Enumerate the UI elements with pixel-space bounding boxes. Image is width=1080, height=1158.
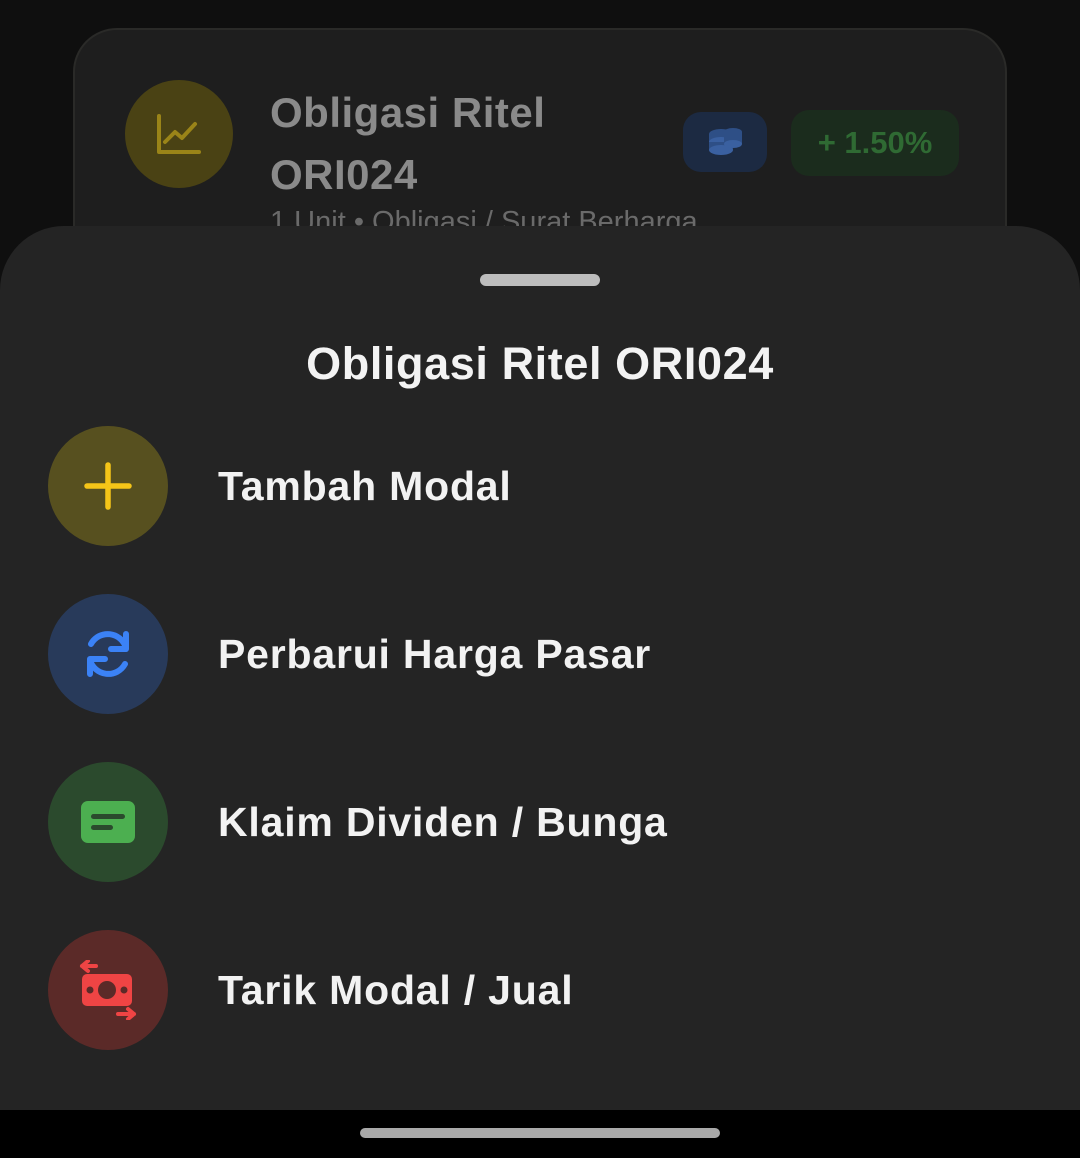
money-exchange-icon <box>48 930 168 1050</box>
change-badge: + 1.50% <box>791 110 959 176</box>
screen: Obligasi Ritel ORI024 1 Unit • Obligasi … <box>0 0 1080 1158</box>
home-gesture-pill[interactable] <box>360 1128 720 1138</box>
withdraw-sell-option[interactable]: Tarik Modal / Jual <box>48 930 1048 1050</box>
receipt-icon <box>48 762 168 882</box>
add-capital-option[interactable]: Tambah Modal <box>48 426 1048 546</box>
coins-icon <box>683 112 767 172</box>
line-chart-icon <box>125 80 233 188</box>
update-market-price-option[interactable]: Perbarui Harga Pasar <box>48 594 1048 714</box>
refresh-icon <box>48 594 168 714</box>
plus-icon <box>48 426 168 546</box>
asset-card-title: Obligasi Ritel ORI024 <box>270 89 546 198</box>
add-capital-label: Tambah Modal <box>218 462 512 509</box>
claim-dividend-option[interactable]: Klaim Dividen / Bunga <box>48 762 1048 882</box>
system-navigation-bar <box>0 1110 1080 1158</box>
drag-handle[interactable] <box>480 274 600 286</box>
update-market-price-label: Perbarui Harga Pasar <box>218 630 652 677</box>
withdraw-sell-label: Tarik Modal / Jual <box>218 966 574 1013</box>
action-bottom-sheet: Obligasi Ritel ORI024 Tambah Modal Perba… <box>0 226 1080 1110</box>
sheet-title: Obligasi Ritel ORI024 <box>306 338 774 389</box>
claim-dividend-label: Klaim Dividen / Bunga <box>218 798 668 845</box>
